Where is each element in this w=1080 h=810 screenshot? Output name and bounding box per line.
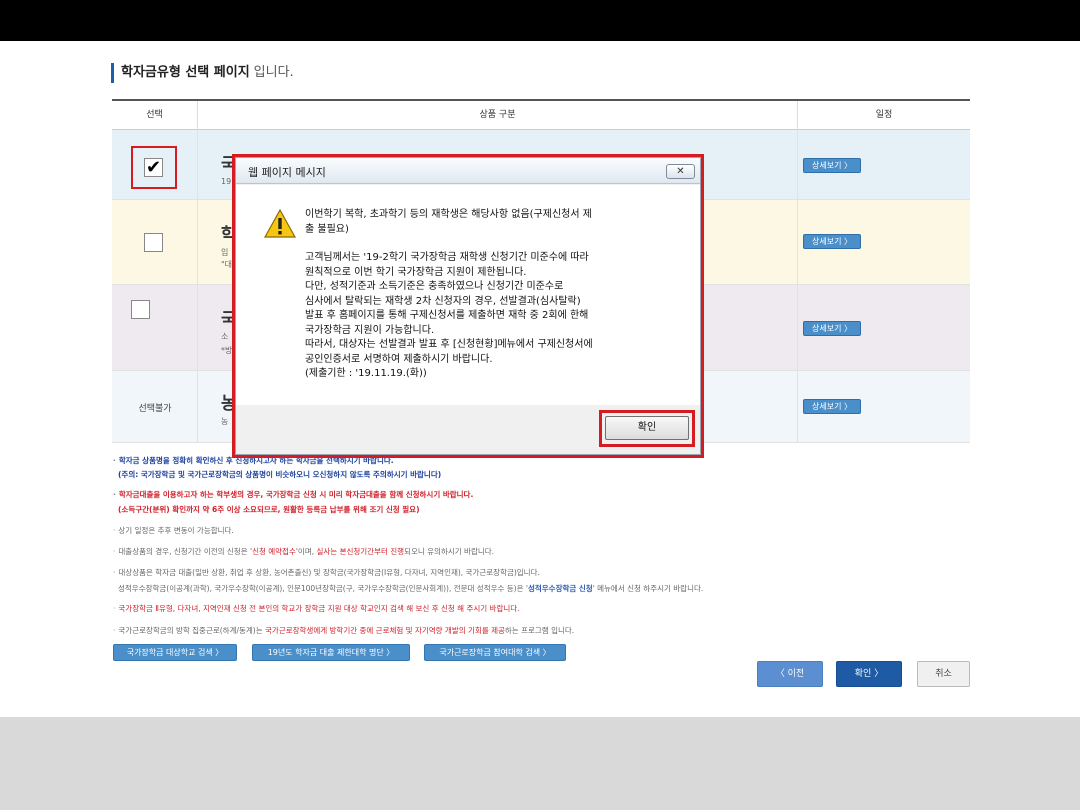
loan-restricted-list-button[interactable]: 19년도 학자금 대출 제한대학 명단 〉 (252, 644, 410, 661)
message-line: (제출기한 : '19.11.19.(화)) (305, 368, 427, 379)
dialog-body: 이번학기 복학, 초과학기 등의 재학생은 해당사항 없음(구제신청서 제 출 … (236, 185, 700, 405)
schedule-cell (798, 285, 970, 370)
dialog-ok-button[interactable]: 확인 (605, 416, 689, 440)
product-subtext-2: *방 (221, 346, 233, 355)
note-item: · 상기 일정은 추후 변동이 가능합니다. (113, 526, 234, 535)
note-item: · 학자금대출을 이용하고자 하는 학부생의 경우, 국가장학금 신청 시 미리 … (113, 490, 474, 499)
message-line: 출 불필요) (305, 223, 349, 235)
warning-icon (264, 209, 296, 238)
work-study-schools-button[interactable]: 국가근로장학금 참여대학 검색 〉 (424, 644, 566, 661)
product-subtext-2: "대 (221, 260, 233, 269)
search-eligible-schools-button[interactable]: 국가장학금 대상학교 검색 〉 (113, 644, 237, 661)
note-item: (주의: 국가장학금 및 국가근로장학금의 상품명이 비슷하오니 오신청하지 않… (118, 470, 442, 479)
product-subtext: 농 (221, 417, 229, 426)
note-item: 성적우수장학금(이공계(과학), 국가우수장학(이공계), 인문100년장학금(… (118, 584, 704, 593)
message-line: 따라서, 대상자는 선발결과 발표 후 [신청현황]메뉴에서 구제신청서에 (305, 339, 593, 350)
header-schedule: 일정 (875, 110, 893, 120)
note-item: · 대출상품의 경우, 신청기간 이전의 신청은 '신청 예약접수'이며, 실사는… (113, 547, 495, 556)
top-bar (0, 0, 1080, 41)
note-item: · 국가근로장학금의 방학 집중근로(하계/동계)는 국가근로장학생에게 방학기간… (113, 626, 575, 635)
dialog-title: 웹 페이지 메시지 (248, 166, 326, 179)
header-select: 선택 (112, 101, 198, 130)
message-line: 다만, 성적기준과 소득기준은 충족하였으나 신청기간 미준수로 (305, 281, 564, 292)
product-subtext: 19 (221, 177, 232, 186)
select-cell: ✔ (112, 130, 198, 199)
select-cell (112, 200, 198, 284)
note-item: (소득구간(분위) 확인까지 약 6주 이상 소요되므로, 원활한 등록금 납부… (118, 505, 420, 514)
select-cell: 선택불가 (112, 371, 198, 442)
product-checkbox[interactable] (144, 233, 163, 252)
product-checkbox[interactable] (131, 300, 150, 319)
table-header: 선택 상품 구분 일정 (112, 101, 970, 130)
note-item: · 대상상품은 학자금 대출(일반 상환, 취업 후 상환, 농어촌출신) 및 장… (113, 568, 540, 577)
message-line: 공인인증서로 서명하여 제출하시기 바랍니다. (305, 353, 493, 365)
message-line: 고객님께서는 '19-2학기 국가장학금 재학생 신청기간 미준수에 따라 (305, 252, 589, 263)
page-title: 학자금유형 선택 페이지 입니다. (111, 63, 294, 83)
schedule-cell (798, 130, 970, 199)
message-line: 발표 후 홈페이지를 통해 구제신청서를 제출하면 재학 중 2회에 한해 (305, 310, 589, 321)
product-subtext: 입 (221, 248, 229, 257)
dialog-titlebar: 웹 페이지 메시지 ✕ (236, 158, 700, 184)
page-title-bold: 학자금유형 선택 페이지 (121, 65, 250, 80)
message-line: 이번학기 복학, 초과학기 등의 재학생은 해당사항 없음(구제신청서 제 (305, 209, 592, 220)
web-page-message-dialog: 웹 페이지 메시지 ✕ 이번학기 복학, 초과학기 등의 재학생은 해당사항 없… (235, 157, 701, 455)
schedule-cell (798, 371, 970, 442)
product-subtext: 소 (221, 332, 229, 341)
header-product: 상품 구분 (198, 101, 798, 130)
close-icon[interactable]: ✕ (666, 164, 695, 179)
page-title-suffix: 입니다. (253, 65, 294, 80)
footer-area (0, 717, 1080, 810)
dialog-footer: 확인 (236, 405, 700, 454)
note-item: · 국가장학금 Ⅱ유형, 다자녀, 지역인재 신청 전 본인의 학교가 장학금 지… (113, 604, 520, 613)
schedule-cell (798, 200, 970, 284)
message-line: 원칙적으로 이번 학기 국가장학금 지원이 제한됩니다. (305, 266, 527, 278)
product-checkbox-checked[interactable]: ✔ (144, 158, 163, 177)
message-line: 국가장학금 지원이 가능합니다. (305, 324, 435, 336)
dialog-message: 이번학기 복학, 초과학기 등의 재학생은 해당사항 없음(구제신청서 제 출 … (305, 208, 665, 382)
message-line: 심사에서 탈락되는 재학생 2차 신청자의 경우, 선발결과(심사탈락) (305, 295, 581, 307)
select-unavailable-label: 선택불가 (138, 404, 172, 414)
select-cell (112, 285, 198, 370)
cancel-button[interactable]: 취소 (917, 661, 970, 687)
prev-button[interactable]: 〈 이전 (757, 661, 823, 687)
confirm-button[interactable]: 확인 〉 (836, 661, 902, 687)
